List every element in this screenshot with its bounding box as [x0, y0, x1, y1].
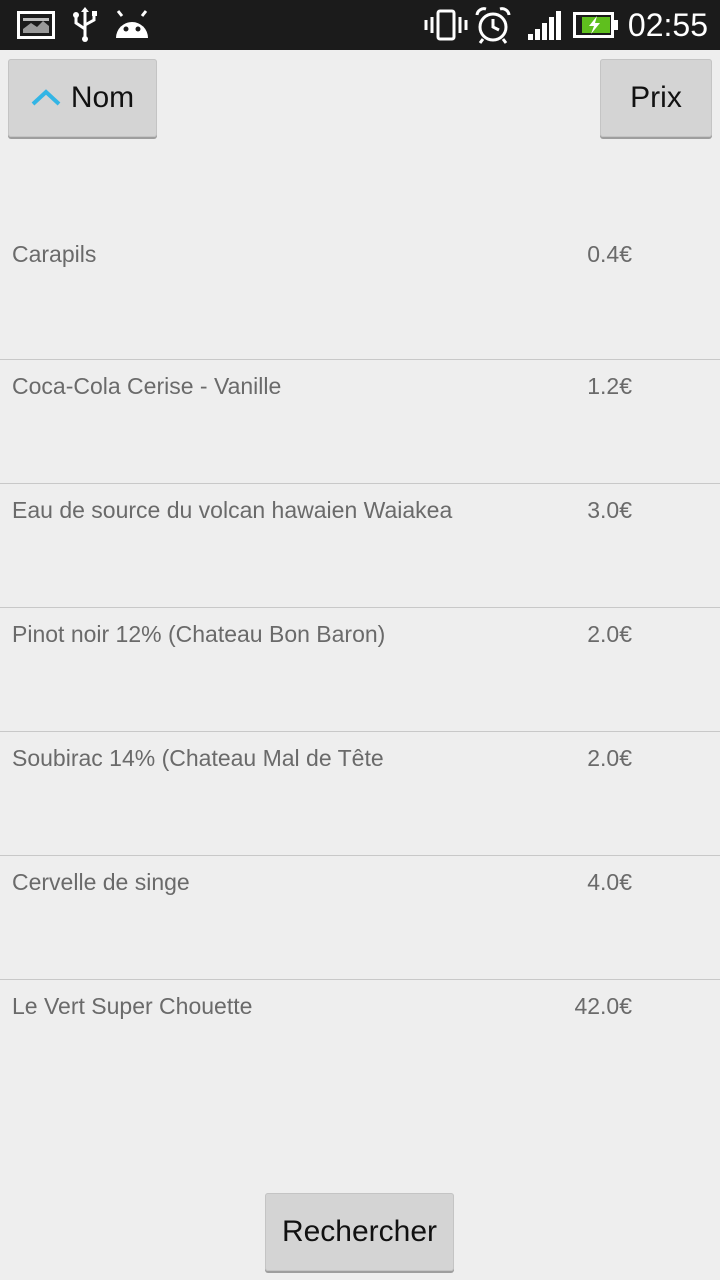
- product-list: Carapils 0.4€ Coca-Cola Cerise - Vanille…: [0, 189, 720, 1103]
- battery-charging-icon: [572, 0, 620, 50]
- item-name: Cervelle de singe: [12, 869, 190, 895]
- sort-by-name-button[interactable]: Nom: [8, 59, 157, 137]
- chevron-up-icon: [31, 89, 61, 106]
- item-price: 2.0€: [587, 745, 632, 771]
- sort-by-price-button[interactable]: Prix: [600, 59, 712, 137]
- search-button[interactable]: Rechercher: [265, 1193, 454, 1271]
- status-bar: 02:55: [0, 0, 720, 50]
- item-name: Coca-Cola Cerise - Vanille: [12, 373, 282, 399]
- image-notification-icon: [16, 0, 56, 50]
- usb-icon: [70, 0, 100, 50]
- vibrate-icon: [424, 0, 468, 50]
- list-item[interactable]: Cervelle de singe 4.0€: [0, 855, 720, 979]
- list-item[interactable]: Coca-Cola Cerise - Vanille 1.2€: [0, 359, 720, 483]
- sort-by-price-label: Prix: [630, 81, 682, 114]
- signal-icon: [526, 0, 562, 50]
- search-button-label: Rechercher: [281, 1215, 438, 1248]
- item-name: Soubirac 14% (Chateau Mal de Tête: [12, 745, 384, 771]
- item-name: Eau de source du volcan hawaien Waiakea: [12, 497, 453, 523]
- item-price: 1.2€: [587, 373, 632, 399]
- item-price: 2.0€: [587, 621, 632, 647]
- list-item[interactable]: Soubirac 14% (Chateau Mal de Tête 2.0€: [0, 731, 720, 855]
- list-item[interactable]: Le Vert Super Chouette 42.0€: [0, 979, 720, 1103]
- alarm-icon: [474, 0, 512, 50]
- item-name: Carapils: [12, 241, 97, 267]
- list-item[interactable]: Pinot noir 12% (Chateau Bon Baron) 2.0€: [0, 607, 720, 731]
- android-debug-icon: [112, 0, 152, 50]
- list-item[interactable]: Carapils 0.4€: [0, 189, 720, 359]
- item-price: 4.0€: [587, 869, 632, 895]
- list-item[interactable]: Eau de source du volcan hawaien Waiakea …: [0, 483, 720, 607]
- item-price: 3.0€: [587, 497, 632, 523]
- clock: 02:55: [627, 7, 708, 43]
- sort-by-name-label: Nom: [70, 81, 135, 114]
- item-price: 42.0€: [574, 993, 632, 1019]
- item-price: 0.4€: [587, 241, 632, 267]
- item-name: Pinot noir 12% (Chateau Bon Baron): [12, 621, 386, 647]
- item-name: Le Vert Super Chouette: [12, 993, 253, 1019]
